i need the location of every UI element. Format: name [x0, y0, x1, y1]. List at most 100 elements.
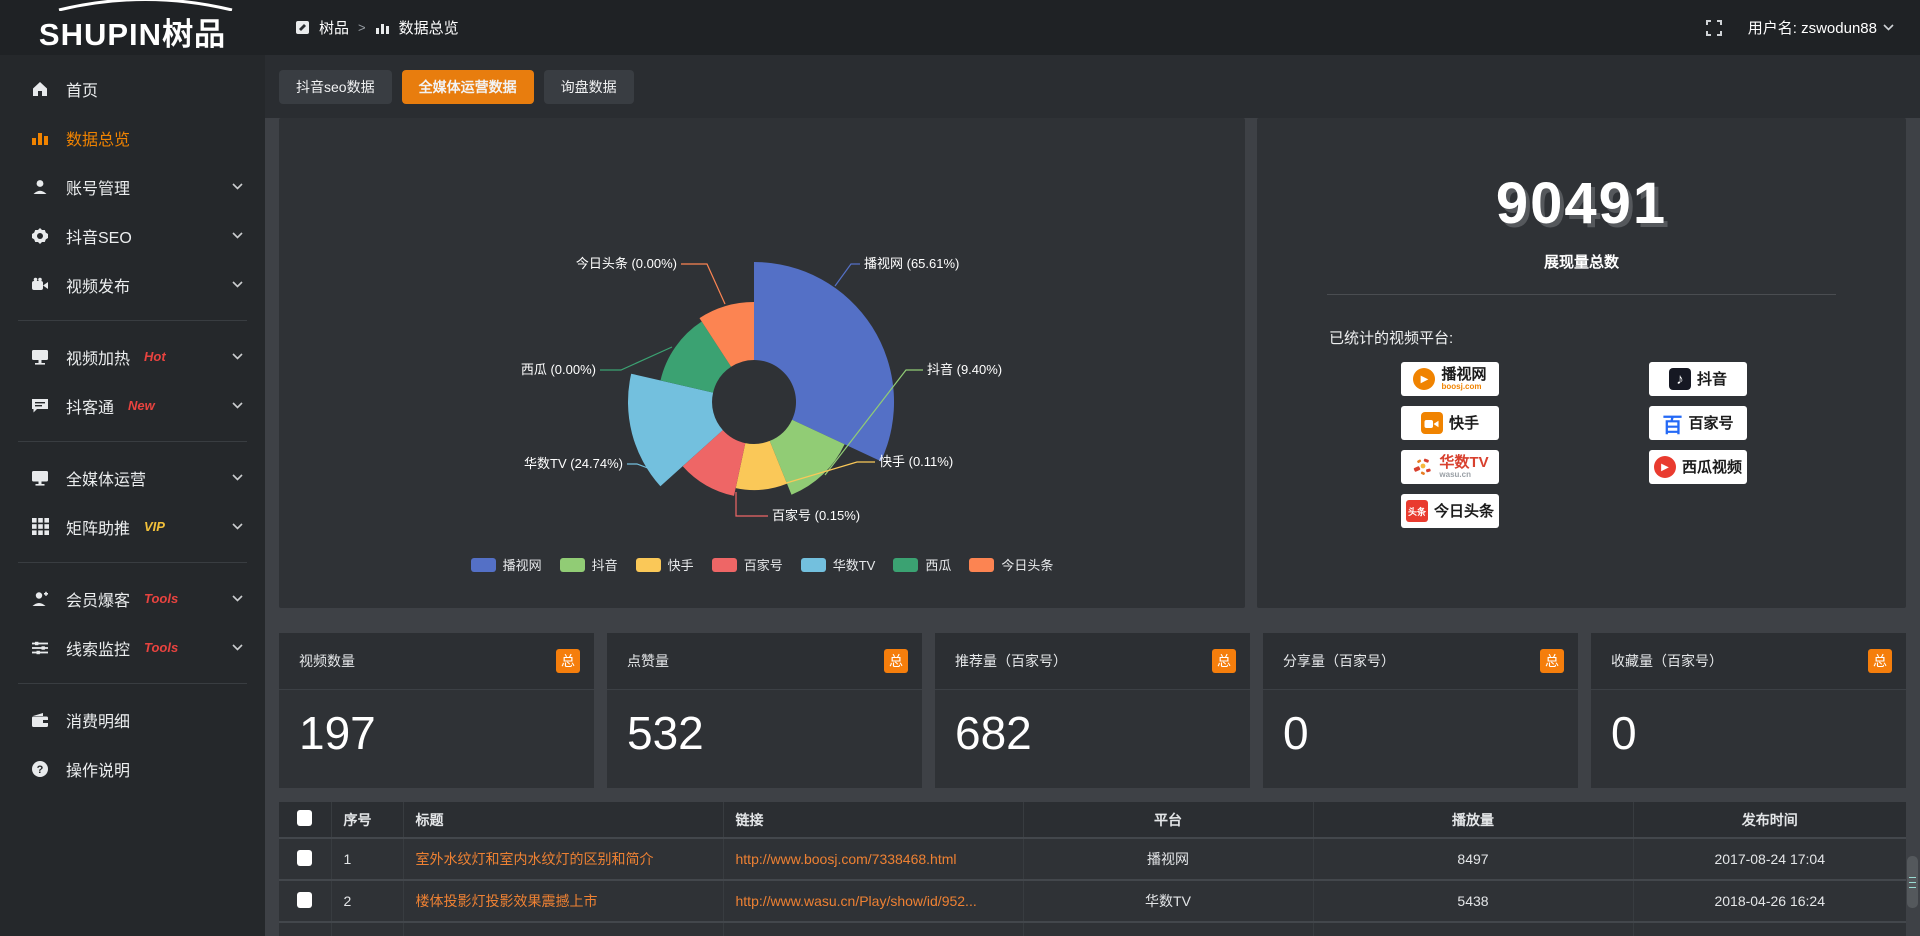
legend-swatch	[801, 558, 826, 572]
legend-swatch	[471, 558, 496, 572]
sidebar-item-home[interactable]: 首页	[0, 64, 265, 113]
stat-card-value: 682	[935, 690, 1250, 760]
sidebar-item-matrix-boost[interactable]: 矩阵助推VIP	[0, 502, 265, 551]
row-platform: 华数TV	[1023, 880, 1313, 922]
pie-slice-播视网[interactable]	[754, 262, 894, 461]
stat-card-label: 点赞量	[627, 651, 669, 671]
legend-label: 快手	[668, 555, 694, 574]
sidebar-item-member-baoke[interactable]: 会员爆客Tools	[0, 574, 265, 623]
fullscreen-icon[interactable]	[1706, 20, 1722, 36]
stat-card-header: 视频数量总	[279, 633, 594, 690]
xigua-logo-icon: ▶	[1654, 456, 1676, 478]
legend-item-西瓜[interactable]: 西瓜	[893, 555, 951, 574]
stat-card-label: 视频数量	[299, 651, 355, 671]
pie-label-百家号: 百家号 (0.15%)	[772, 508, 860, 523]
chevron-down-icon	[232, 183, 243, 190]
row-select-cell	[279, 880, 331, 922]
platform-badge-华数TV: 华数TVwasu.cn	[1401, 450, 1499, 484]
platform-name: 今日头条	[1434, 504, 1494, 519]
stat-card-分享量（百家号）: 分享量（百家号）总0	[1263, 633, 1578, 788]
select-all-checkbox[interactable]	[297, 810, 312, 826]
sidebar-item-consume-detail[interactable]: 消费明细	[0, 695, 265, 744]
pie-label-line	[835, 264, 860, 286]
impressions-total-value: 90491	[1257, 170, 1906, 237]
sidebar-item-data-overview[interactable]: 数据总览	[0, 113, 265, 162]
stat-card-header: 推荐量（百家号）总	[935, 633, 1250, 690]
breadcrumb-current: 数据总览	[399, 17, 459, 38]
pie-label-快手: 快手 (0.11%)	[879, 454, 953, 469]
home-icon	[30, 80, 50, 98]
row-title-cell: 楼体投影灯投影效果震撼上市	[403, 880, 723, 922]
sidebar-item-douketong[interactable]: 抖客通New	[0, 381, 265, 430]
app-root: SHUPIN树品 树品 > 数据总览 用户名: zswodun88 首页数据总览…	[0, 0, 1920, 936]
platform-badge-抖音: ♪抖音	[1649, 362, 1747, 396]
sidebar-item-label: 矩阵助推	[66, 515, 130, 539]
legend-item-抖音[interactable]: 抖音	[560, 555, 618, 574]
sliders-icon	[30, 640, 50, 656]
pie-label-line	[736, 492, 768, 516]
stat-card-value: 0	[1263, 690, 1578, 760]
stat-card-value: 197	[279, 690, 594, 760]
select-all-cell	[279, 802, 331, 838]
content: 播视网 (65.61%)抖音 (9.40%)快手 (0.11%)百家号 (0.1…	[265, 118, 1920, 936]
column-header-播放量: 播放量	[1313, 802, 1633, 838]
legend-item-百家号[interactable]: 百家号	[712, 555, 783, 574]
sidebar-nav: 首页数据总览账号管理抖音SEO视频发布视频加热Hot抖客通New全媒体运营矩阵助…	[0, 64, 265, 793]
svg-text:?: ?	[37, 764, 44, 776]
chevron-down-icon	[232, 353, 243, 360]
row-checkbox[interactable]	[297, 892, 312, 908]
chat-icon	[30, 398, 50, 414]
user-icon	[30, 178, 50, 196]
bar-chart-icon	[375, 21, 390, 35]
video-url-link[interactable]: http://www.boosj.com/7338468.html	[736, 851, 957, 867]
breadcrumb-root[interactable]: 树品	[319, 17, 349, 38]
logo-area: SHUPIN树品	[0, 0, 265, 55]
platform-name: 抖音	[1697, 372, 1727, 387]
column-header-平台: 平台	[1023, 802, 1313, 838]
row-checkbox[interactable]	[297, 850, 312, 866]
tab-inquiry-data[interactable]: 询盘数据	[544, 70, 634, 104]
sidebar-item-badge: Tools	[144, 591, 178, 606]
screen-icon	[30, 349, 50, 365]
legend-swatch	[560, 558, 585, 572]
video-table: 序号标题链接平台播放量发布时间 1室外水纹灯和室内水纹灯的区别和简介http:/…	[279, 802, 1906, 936]
stat-card-label: 推荐量（百家号）	[955, 651, 1067, 671]
sidebar-item-douyin-seo[interactable]: 抖音SEO	[0, 211, 265, 260]
legend-swatch	[636, 558, 661, 572]
video-icon	[30, 277, 50, 293]
sidebar-item-operation-guide[interactable]: ?操作说明	[0, 744, 265, 793]
chart-legend: 播视网 抖音 快手百家号华数TV 西瓜今日头条	[279, 555, 1245, 574]
row-platform: 播视网	[1023, 838, 1313, 880]
platform-badge-播视网: ▶播视网boosj.com	[1401, 362, 1499, 396]
video-title-link[interactable]: 室外水纹灯和室内水纹灯的区别和简介	[416, 851, 654, 867]
row-link-cell: http://www.boosj.com/7338468.html	[723, 838, 1023, 880]
video-url-link[interactable]: http://www.wasu.cn/Play/show/id/952...	[736, 893, 977, 909]
table-row-partial	[279, 922, 1906, 936]
shupin-icon	[295, 20, 310, 35]
tab-media-operation-data[interactable]: 全媒体运营数据	[402, 70, 534, 104]
user-menu[interactable]: 用户名: zswodun88	[1748, 17, 1894, 38]
legend-item-快手[interactable]: 快手	[636, 555, 694, 574]
sidebar-item-account-manage[interactable]: 账号管理	[0, 162, 265, 211]
sidebar-item-video-heat[interactable]: 视频加热Hot	[0, 332, 265, 381]
tab-douyin-seo-data[interactable]: 抖音seo数据	[279, 70, 392, 104]
sidebar-item-label: 线索监控	[66, 636, 130, 660]
legend-item-华数TV[interactable]: 华数TV	[801, 555, 876, 574]
pie-label-抖音: 抖音 (9.40%)	[927, 362, 1002, 377]
platform-name: 西瓜视频	[1682, 460, 1742, 475]
stat-card-label: 收藏量（百家号）	[1611, 651, 1723, 671]
sidebar-item-video-publish[interactable]: 视频发布	[0, 260, 265, 309]
legend-item-播视网[interactable]: 播视网	[471, 555, 542, 574]
scrollbar-thumb[interactable]	[1907, 856, 1918, 908]
main-area: 抖音seo数据全媒体运营数据询盘数据 播视网 (65.61%)抖音 (9.40%…	[265, 55, 1920, 936]
legend-item-今日头条[interactable]: 今日头条	[969, 555, 1053, 574]
gear-icon	[30, 227, 50, 245]
legend-label: 抖音	[592, 555, 618, 574]
row-views: 5438	[1313, 880, 1633, 922]
total-badge: 总	[884, 649, 908, 673]
sidebar-item-clue-monitor[interactable]: 线索监控Tools	[0, 623, 265, 672]
video-title-link[interactable]: 楼体投影灯投影效果震撼上市	[416, 893, 598, 909]
sidebar-item-media-operation[interactable]: 全媒体运营	[0, 453, 265, 502]
column-header-序号: 序号	[331, 802, 403, 838]
sidebar-divider	[18, 683, 247, 684]
